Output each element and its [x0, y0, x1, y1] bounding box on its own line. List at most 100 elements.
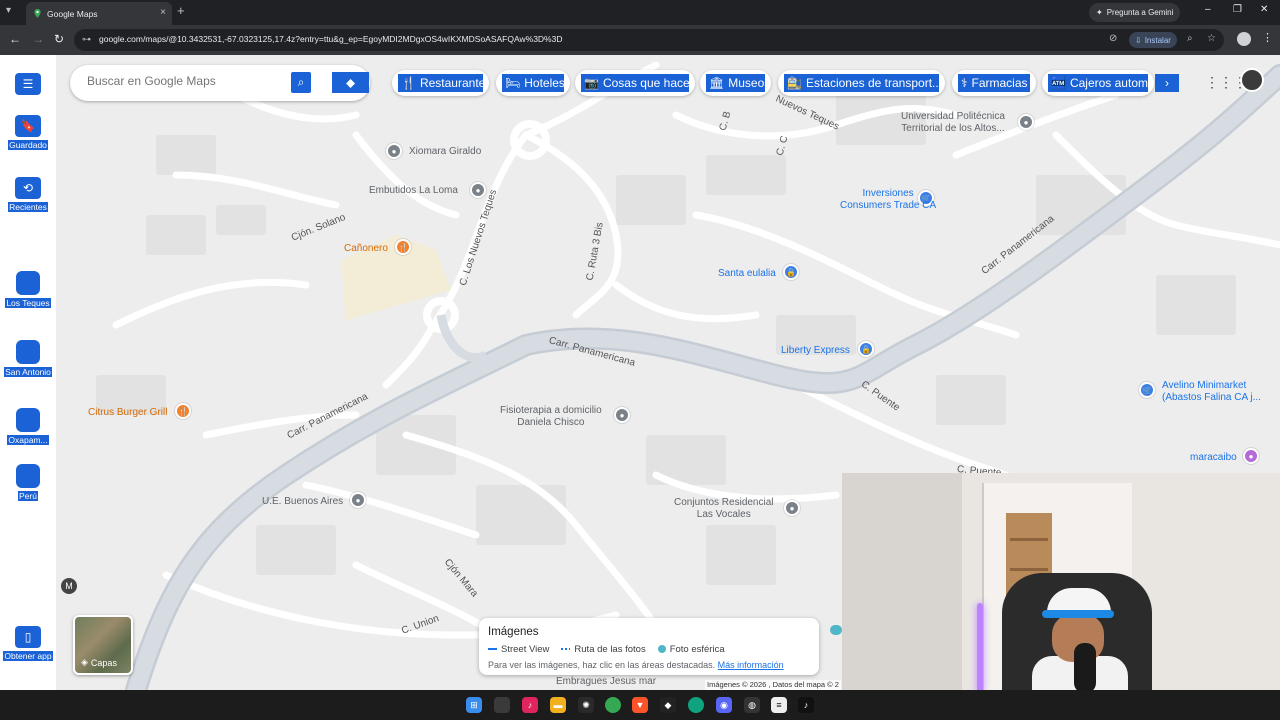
legend-spherical-photo: Foto esférica [657, 644, 725, 655]
left-rail: ☰ 🔖 Guardado ⟲ Recientes Los Teques San … [0, 55, 56, 690]
place-pin-icon[interactable]: ● [784, 500, 800, 516]
place-label[interactable]: Inversiones Consumers Trade CA [840, 188, 936, 212]
school-pin-icon[interactable]: ● [350, 492, 366, 508]
recent-place-los-teques[interactable]: Los Teques [0, 271, 56, 308]
place-label[interactable]: Embutidos La Loma [369, 185, 458, 197]
place-label[interactable]: U.E. Buenos Aires [262, 496, 343, 508]
chip-hotels[interactable]: 🛏 Hoteles [496, 70, 570, 96]
account-avatar[interactable] [1240, 68, 1264, 92]
site-info-icon[interactable]: ⊶ [82, 34, 91, 45]
recent-place-san-antonio[interactable]: San Antonio [0, 340, 56, 377]
place-label[interactable]: Avelino Minimarket (Abastos Falina CA j.… [1162, 380, 1261, 404]
brave-icon[interactable]: ▼ [632, 697, 648, 713]
place-pin-icon[interactable]: ● [1243, 448, 1259, 464]
webcam-led-strip [977, 603, 983, 690]
place-label[interactable]: Xiomara Giraldo [409, 146, 481, 158]
shopping-pin-icon[interactable]: 🛒 [1139, 382, 1155, 398]
place-thumbnail [16, 271, 40, 295]
tab-google-maps[interactable]: Google Maps × [26, 2, 172, 25]
place-pin-icon[interactable]: ● [614, 407, 630, 423]
search-input[interactable] [87, 74, 287, 88]
tiktok-studio-icon[interactable]: ♪ [522, 697, 538, 713]
rail-label: Oxapam... [7, 435, 49, 445]
camera-icon: 📷 [584, 76, 599, 90]
shopping-bag-pin-icon[interactable]: 🔒 [783, 264, 799, 280]
restore-icon[interactable]: ❐ [1233, 4, 1242, 15]
chip-atms[interactable]: 🏧Cajeros automát [1042, 70, 1154, 96]
chip-museums[interactable]: 🏛Museos [700, 70, 771, 96]
app-icon[interactable] [688, 697, 704, 713]
discord-icon[interactable]: ◉ [716, 697, 732, 713]
place-pin-icon[interactable]: ● [386, 143, 402, 159]
place-thumbnail [16, 340, 40, 364]
layers-button[interactable]: ◈ Capas [73, 615, 133, 675]
chip-transit-stations[interactable]: 🚉 Estaciones de transport... [778, 70, 945, 96]
restaurant-pin-icon[interactable]: 🍴 [395, 239, 411, 255]
place-label[interactable]: Liberty Express [781, 345, 850, 357]
restaurant-pin-icon[interactable]: 🍴 [175, 403, 191, 419]
images-legend: Street View Ruta de las fotos Foto esfér… [488, 644, 810, 655]
chrome-icon[interactable] [605, 697, 621, 713]
chip-things-to-do[interactable]: 📷 Cosas que hacer [575, 70, 695, 96]
app-icon[interactable]: ◆ [660, 697, 676, 713]
tab-search-icon[interactable]: ▾ [6, 5, 20, 19]
reload-icon[interactable]: ↻ [54, 32, 64, 46]
recent-place-oxapampa[interactable]: Oxapam... [0, 408, 56, 445]
university-pin-icon[interactable]: ● [1018, 114, 1034, 130]
atm-icon: 🏧 [1051, 76, 1066, 90]
tracking-off-icon[interactable]: ⊘ [1109, 33, 1117, 44]
menu-button[interactable]: ☰ [0, 73, 56, 95]
place-label[interactable]: Fisioterapia a domicilio Daniela Chisco [500, 405, 602, 429]
windows-start-icon[interactable]: ⊞ [466, 697, 482, 713]
bookmark-star-icon[interactable]: ☆ [1207, 33, 1216, 44]
obs-icon[interactable]: ◍ [744, 697, 760, 713]
place-label[interactable]: Universidad Politécnica Territorial de l… [901, 111, 1005, 135]
install-app-button[interactable]: ⇩ Instalar [1129, 32, 1177, 48]
app-icon[interactable]: ≡ [771, 697, 787, 713]
chip-restaurants[interactable]: 🍴Restaurantes [392, 70, 489, 96]
zoom-icon[interactable]: ⌕ [1187, 33, 1193, 44]
metro-station-icon[interactable]: M [61, 578, 77, 594]
place-label[interactable]: maracaibo [1190, 452, 1237, 464]
saved-button[interactable]: 🔖 Guardado [0, 115, 56, 150]
images-panel-title: Imágenes [488, 626, 539, 638]
gemini-button[interactable]: ✦ Pregunta a Gemini [1089, 3, 1181, 22]
tiktok-icon[interactable]: ♪ [798, 697, 814, 713]
new-tab-button[interactable]: + [177, 3, 185, 18]
rail-label: Guardado [8, 140, 48, 150]
layers-label: Capas [90, 657, 117, 668]
app-icon[interactable] [494, 697, 510, 713]
back-icon[interactable]: ← [9, 32, 21, 46]
search-box [70, 65, 370, 101]
tab-title: Google Maps [47, 8, 98, 19]
tab-close-icon[interactable]: × [160, 7, 166, 18]
chevron-right-icon[interactable]: › [1155, 74, 1179, 92]
browser-menu-icon[interactable]: ⋮ [1262, 31, 1273, 44]
profile-avatar[interactable] [1237, 32, 1251, 46]
forward-icon[interactable]: → [32, 32, 44, 46]
rail-label: San Antonio [4, 367, 52, 377]
url-text[interactable]: google.com/maps/@10.3432531,-67.0323125,… [99, 34, 562, 44]
close-window-icon[interactable]: ✕ [1260, 4, 1268, 15]
images-toggle[interactable] [830, 625, 842, 635]
place-label[interactable]: Cañonero [344, 243, 388, 255]
more-info-link[interactable]: Más información [718, 660, 784, 670]
place-pin-icon[interactable]: ● [470, 182, 486, 198]
directions-icon[interactable]: ⬥ [332, 72, 369, 93]
place-label[interactable]: Conjuntos Residencial Las Vocales [674, 497, 774, 521]
search-icon[interactable]: ⌕ [291, 72, 311, 93]
minimize-icon[interactable]: – [1205, 4, 1211, 15]
recents-button[interactable]: ⟲ Recientes [0, 177, 56, 212]
chip-pharmacies[interactable]: ⚕ Farmacias [952, 70, 1036, 96]
address-bar[interactable]: ⊶ google.com/maps/@10.3432531,-67.032312… [74, 29, 1224, 51]
place-label[interactable]: Santa eulalia [718, 268, 776, 280]
chip-label: Cosas que hacer [602, 76, 689, 90]
recent-place-peru[interactable]: Perú [0, 464, 56, 501]
get-app-button[interactable]: ▯ Obtener app [0, 626, 56, 661]
place-label[interactable]: Embragues Jesus mar [556, 676, 656, 688]
street-view-line-icon [488, 648, 497, 651]
place-label[interactable]: Citrus Burger Grill [88, 407, 167, 419]
file-explorer-icon[interactable]: ▬ [550, 697, 566, 713]
shopping-bag-pin-icon[interactable]: 🔒 [858, 341, 874, 357]
chatgpt-icon[interactable]: ✺ [578, 697, 594, 713]
